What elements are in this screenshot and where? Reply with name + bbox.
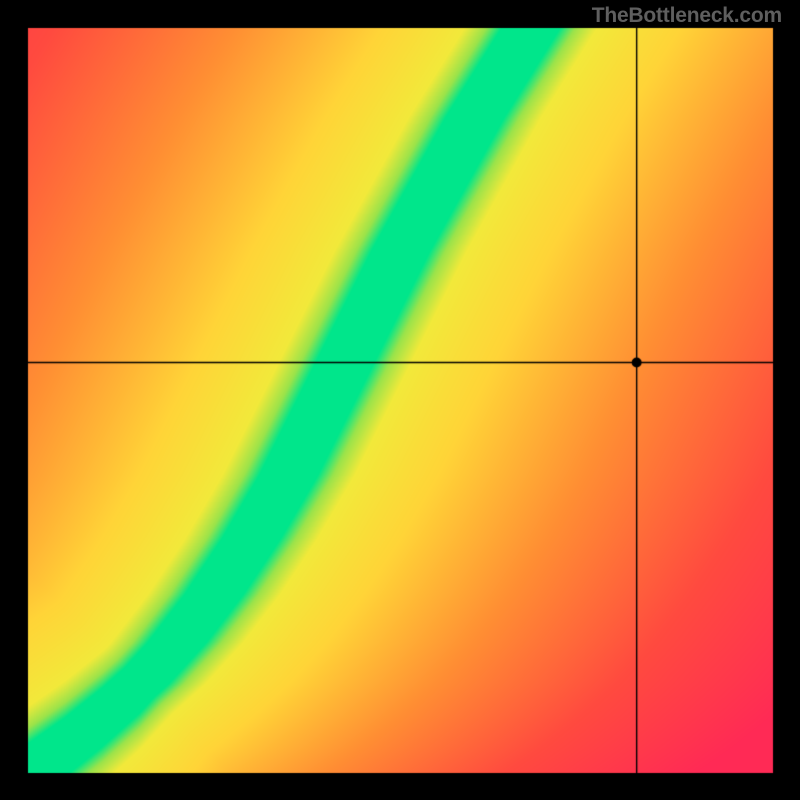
heatmap-canvas — [0, 0, 800, 800]
bottleneck-heatmap: TheBottleneck.com — [0, 0, 800, 800]
watermark-text: TheBottleneck.com — [592, 4, 782, 28]
